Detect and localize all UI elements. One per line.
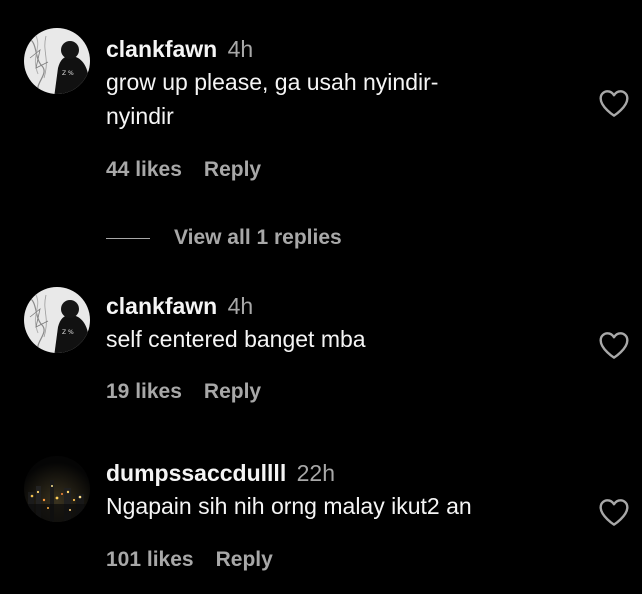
comment-body: clankfawn 4h self centered banget mba [106,292,576,356]
username[interactable]: dumpssaccdullll [106,460,286,486]
svg-text:Z %: Z % [62,70,74,77]
likes-count[interactable]: 44 likes [106,158,182,181]
view-replies-button[interactable]: View all 1 replies [106,224,342,252]
avatar-sketch-figure-icon: Z % [24,28,90,94]
avatar[interactable]: Z % [24,287,90,353]
comment-header: clankfawn 4h [106,292,576,320]
comment-body: clankfawn 4h grow up please, ga usah nyi… [106,35,576,133]
comment-text-line: nyindir [106,103,174,129]
username[interactable]: clankfawn [106,293,217,319]
timestamp: 4h [227,36,254,62]
comment-text-line: grow up please, ga usah nyindir- [106,69,439,95]
timestamp: 4h [227,293,254,319]
avatar[interactable]: Z % [24,28,90,94]
comment-text: grow up please, ga usah nyindir- nyindir [106,65,576,133]
heart-outline-icon[interactable] [598,497,630,527]
comment-header: dumpssaccdullll 22h [106,459,576,487]
heart-outline-icon[interactable] [598,330,630,360]
likes-count[interactable]: 101 likes [106,548,194,571]
comment-actions: 19 likes Reply [106,380,261,404]
reply-button[interactable]: Reply [216,548,273,571]
avatar-night-city-icon [24,456,90,522]
heart-outline-icon[interactable] [598,88,630,118]
comment-text: self centered banget mba [106,322,576,356]
timestamp: 22h [296,460,335,486]
comment-actions: 44 likes Reply [106,158,261,182]
comment-body: dumpssaccdullll 22h Ngapain sih nih orng… [106,459,576,523]
comment-actions: 101 likes Reply [106,548,273,572]
svg-text:Z %: Z % [62,329,74,336]
comment-text-line: Ngapain sih nih orng malay ikut2 an [106,493,472,519]
avatar[interactable] [24,456,90,522]
username[interactable]: clankfawn [106,36,217,62]
comment-header: clankfawn 4h [106,35,576,63]
divider-line [106,237,150,239]
likes-count[interactable]: 19 likes [106,380,182,403]
comment-text: Ngapain sih nih orng malay ikut2 an [106,489,576,523]
avatar-sketch-figure-icon: Z % [24,287,90,353]
comment-text-line: self centered banget mba [106,326,366,352]
reply-button[interactable]: Reply [204,158,261,181]
reply-button[interactable]: Reply [204,380,261,403]
view-replies-label: View all 1 replies [174,226,342,249]
